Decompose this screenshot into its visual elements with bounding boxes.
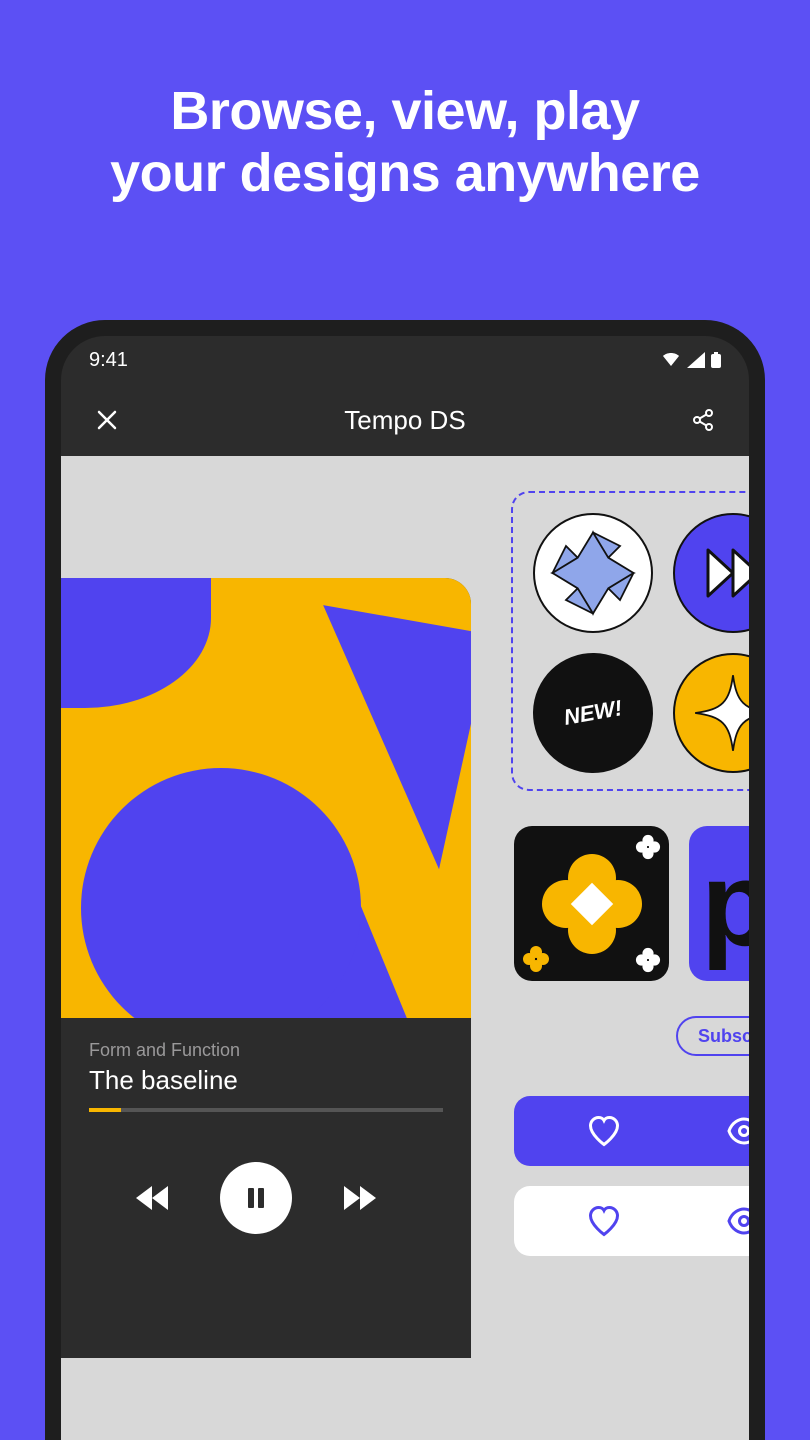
player-card[interactable]: Form and Function The baseline <box>61 578 471 1358</box>
thumbnail-text: po <box>701 835 749 973</box>
sticker-fastforward[interactable] <box>673 513 749 633</box>
next-icon <box>340 1178 380 1218</box>
phone-screen: 9:41 Tempo DS <box>61 336 749 1440</box>
sticker-sparkle[interactable] <box>673 653 749 773</box>
signal-icon <box>687 352 705 368</box>
close-button[interactable] <box>89 402 125 438</box>
track-title: The baseline <box>89 1065 443 1096</box>
phone-mockup: 9:41 Tempo DS <box>45 320 765 1440</box>
star-icon <box>548 528 638 618</box>
action-row-outlined <box>514 1186 749 1256</box>
clock: 9:41 <box>89 349 128 372</box>
progress-fill <box>89 1108 121 1112</box>
canvas[interactable]: Form and Function The baseline <box>61 456 749 1440</box>
eye-button[interactable] <box>726 1203 749 1239</box>
action-row-filled <box>514 1096 749 1166</box>
status-icons <box>661 352 721 368</box>
page-title: Tempo DS <box>125 405 685 436</box>
heart-icon <box>586 1203 622 1239</box>
sticker-sheet[interactable]: NEW! <box>511 491 749 791</box>
sticker-new-badge[interactable]: NEW! <box>523 643 662 782</box>
battery-icon <box>711 352 721 368</box>
share-button[interactable] <box>685 402 721 438</box>
next-button[interactable] <box>340 1178 380 1218</box>
new-badge-label: NEW! <box>562 695 624 731</box>
eye-button[interactable] <box>726 1113 749 1149</box>
top-bar: Tempo DS <box>61 384 749 456</box>
thumbnail-flower[interactable] <box>514 826 669 981</box>
track-subtitle: Form and Function <box>89 1040 443 1061</box>
share-icon <box>691 408 715 432</box>
close-icon <box>95 408 119 432</box>
pause-button[interactable] <box>220 1162 292 1234</box>
heart-button[interactable] <box>586 1113 622 1149</box>
hero-line-1: Browse, view, play <box>0 80 810 142</box>
progress-bar[interactable] <box>89 1108 443 1112</box>
eye-icon <box>726 1113 749 1149</box>
flower-icon <box>537 849 647 959</box>
status-bar: 9:41 <box>61 336 749 384</box>
flower-small-icon <box>635 834 661 860</box>
album-artwork <box>61 578 471 1018</box>
heart-icon <box>586 1113 622 1149</box>
promo-page: Browse, view, play your designs anywhere… <box>0 0 810 1440</box>
heart-button[interactable] <box>586 1203 622 1239</box>
hero-headline: Browse, view, play your designs anywhere <box>0 80 810 204</box>
track-meta: Form and Function The baseline <box>61 1018 471 1122</box>
previous-button[interactable] <box>132 1178 172 1218</box>
hero-line-2: your designs anywhere <box>0 142 810 204</box>
previous-icon <box>132 1178 172 1218</box>
artwork-shape <box>61 578 211 708</box>
pause-icon <box>241 1183 271 1213</box>
sparkle-icon <box>688 668 749 758</box>
subscribe-button[interactable]: Subscribe <box>676 1016 749 1056</box>
thumbnail-typography[interactable]: po <box>689 826 749 981</box>
sticker-star[interactable] <box>533 513 653 633</box>
eye-icon <box>726 1203 749 1239</box>
player-controls <box>61 1122 471 1234</box>
flower-small-icon <box>635 947 661 973</box>
subscribe-label: Subscribe <box>698 1026 749 1047</box>
flower-small-icon <box>522 945 550 973</box>
fast-forward-icon <box>698 538 749 608</box>
wifi-icon <box>661 352 681 368</box>
